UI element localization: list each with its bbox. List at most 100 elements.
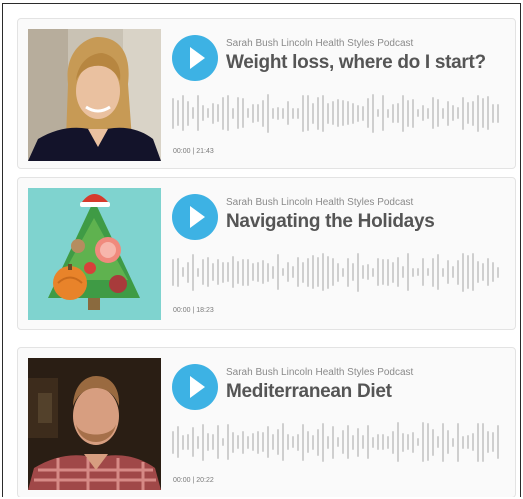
waveform-bar xyxy=(317,96,319,130)
duration: 20:22 xyxy=(196,477,214,484)
waveform-bar xyxy=(287,262,289,282)
waveform-bar xyxy=(262,260,264,284)
episode-thumbnail xyxy=(28,29,161,161)
waveform-bar xyxy=(432,97,434,129)
waveform-bar xyxy=(437,99,439,127)
waveform-bar xyxy=(272,434,274,450)
waveform-bar xyxy=(267,93,269,133)
waveform-bar xyxy=(437,254,439,290)
episode-thumbnail xyxy=(28,188,161,320)
waveform-bar xyxy=(417,268,419,276)
waveform-bar xyxy=(452,105,454,121)
waveform-bar xyxy=(452,266,454,278)
waveform-bar xyxy=(202,259,204,285)
waveform-bar xyxy=(427,423,429,461)
waveform-bar xyxy=(392,261,394,283)
waveform-bar xyxy=(442,107,444,119)
time-separator: | xyxy=(192,148,195,155)
waveform-bar xyxy=(367,98,369,128)
waveform-bar xyxy=(282,107,284,119)
waveform-bar xyxy=(357,427,359,457)
waveform-bar xyxy=(252,103,254,123)
waveform-bar xyxy=(252,433,254,451)
waveform-bar xyxy=(422,105,424,121)
waveform-bar xyxy=(442,422,444,462)
waveform-bar xyxy=(357,252,359,292)
waveform-bar xyxy=(212,102,214,124)
waveform-bar xyxy=(332,425,334,459)
play-button[interactable] xyxy=(172,364,218,410)
playback-time: 00:00 | 21:43 xyxy=(173,148,214,155)
waveform-bar xyxy=(207,433,209,451)
waveform-bar xyxy=(377,434,379,450)
waveform-bar xyxy=(322,422,324,462)
waveform-bar xyxy=(492,262,494,282)
waveform-bar xyxy=(197,435,199,449)
waveform-scrubber[interactable] xyxy=(172,91,508,135)
podcast-series-name: Sarah Bush Lincoln Health Styles Podcast xyxy=(226,38,414,49)
waveform-bar xyxy=(187,100,189,126)
waveform-bar xyxy=(257,430,259,454)
waveform-bar xyxy=(362,435,364,449)
play-button[interactable] xyxy=(172,194,218,240)
waveform-bar xyxy=(292,436,294,448)
waveform-bar xyxy=(327,255,329,289)
waveform-bar xyxy=(477,261,479,283)
waveform-bar xyxy=(187,261,189,283)
waveform-bar xyxy=(467,102,469,124)
play-button[interactable] xyxy=(172,35,218,81)
waveform-bar xyxy=(227,262,229,282)
waveform-bar xyxy=(332,101,334,125)
waveform-bar xyxy=(347,101,349,125)
current-time: 00:00 xyxy=(173,148,191,155)
waveform-bar xyxy=(182,434,184,450)
waveform-bar xyxy=(407,99,409,127)
waveform-bar xyxy=(457,107,459,119)
waveform-bar xyxy=(292,266,294,278)
waveform-bar xyxy=(297,257,299,287)
waveform-bar xyxy=(192,107,194,119)
waveform-bar xyxy=(302,94,304,132)
waveform-bar xyxy=(372,93,374,133)
waveform-bar xyxy=(417,438,419,446)
waveform-bar xyxy=(432,257,434,287)
waveform-bar xyxy=(472,253,474,291)
waveform-bar xyxy=(247,258,249,286)
waveform-bar xyxy=(467,255,469,289)
waveform-bar xyxy=(207,257,209,287)
waveform-bar xyxy=(327,102,329,124)
episode-title: Weight loss, where do I start? xyxy=(226,52,486,73)
waveform-scrubber[interactable] xyxy=(172,420,508,464)
episode-card-weight-loss: Sarah Bush Lincoln Health Styles Podcast… xyxy=(17,18,516,169)
waveform-bar xyxy=(277,254,279,290)
duration: 21:43 xyxy=(196,148,214,155)
waveform-scrubber[interactable] xyxy=(172,250,508,294)
waveform-bar xyxy=(292,107,294,119)
waveform-bar xyxy=(297,107,299,119)
episode-title: Mediterranean Diet xyxy=(226,381,392,402)
waveform-bar xyxy=(362,265,364,279)
waveform-bar xyxy=(452,437,454,447)
waveform-bar xyxy=(477,422,479,462)
waveform-bar xyxy=(412,267,414,277)
waveform-bar xyxy=(352,102,354,124)
waveform-bar xyxy=(177,100,179,126)
waveform-bar xyxy=(462,252,464,292)
waveform-bar xyxy=(327,435,329,449)
waveform-bar xyxy=(187,434,189,450)
waveform-bar xyxy=(312,102,314,124)
waveform-bar xyxy=(332,258,334,286)
waveform-bar xyxy=(322,94,324,132)
waveform-bar xyxy=(492,432,494,452)
waveform-bar xyxy=(232,431,234,453)
waveform-bar xyxy=(482,98,484,128)
waveform-bar xyxy=(352,434,354,450)
waveform-bar xyxy=(252,263,254,281)
waveform-bar xyxy=(362,105,364,121)
waveform-bar xyxy=(202,423,204,461)
waveform-bar xyxy=(352,263,354,281)
waveform-bar xyxy=(262,99,264,127)
waveform-bar xyxy=(282,268,284,276)
waveform-bar xyxy=(337,437,339,447)
waveform-bar xyxy=(172,97,174,129)
